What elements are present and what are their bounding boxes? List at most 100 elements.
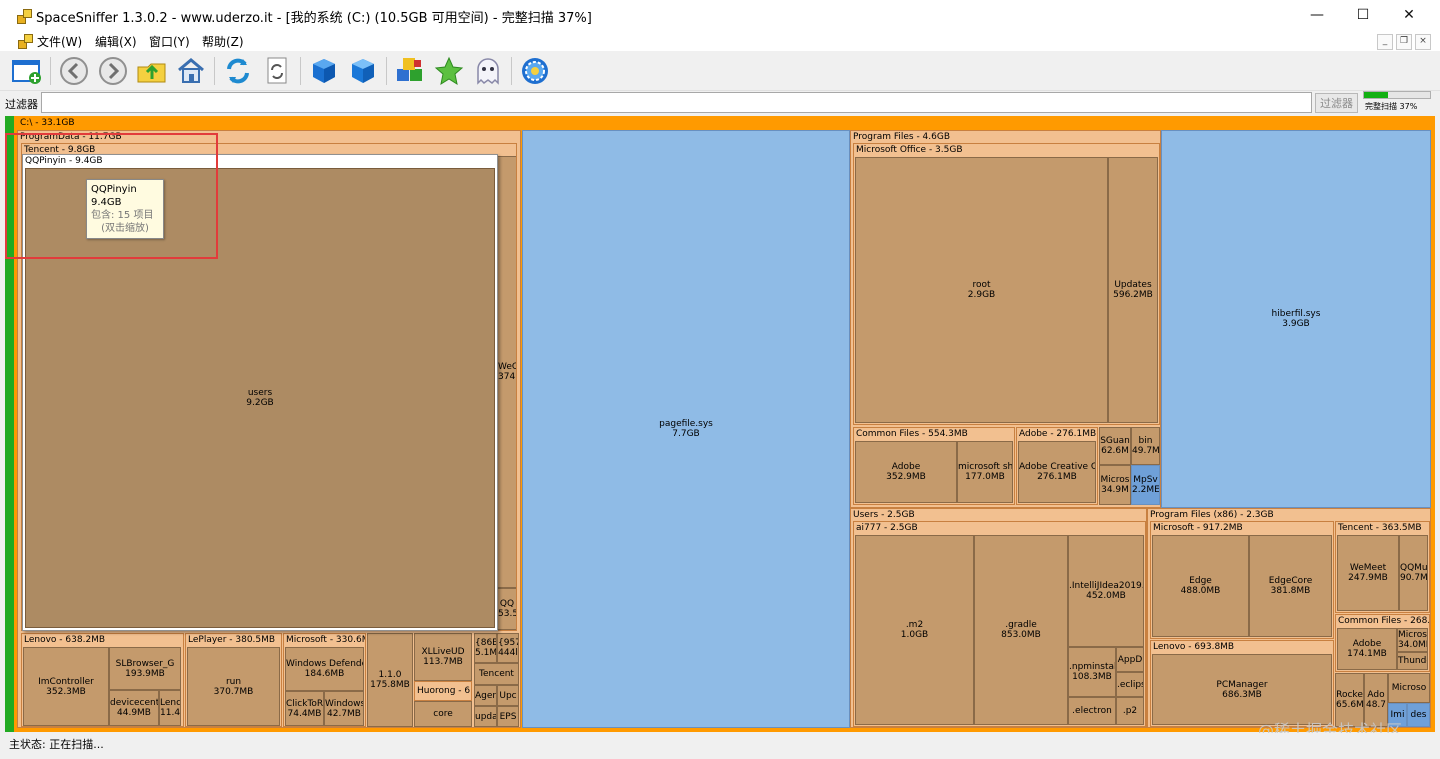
folder-m2[interactable]: .m2 1.0GB (855, 535, 974, 725)
mdi-close-button[interactable]: × (1415, 34, 1431, 50)
folder-root[interactable]: root 2.9GB (855, 157, 1108, 423)
folder-tencent-small[interactable]: Tencent (474, 663, 519, 685)
filter-label: 过滤器 (5, 98, 38, 111)
treemap[interactable]: C:\ - 33.1GB ProgramData - 11.7GB Tencen… (5, 116, 1435, 732)
folder-edgecore[interactable]: EdgeCore 381.8MB (1249, 535, 1332, 637)
folder-upda[interactable]: upda (474, 706, 497, 727)
folder-sguan[interactable]: SGuan 62.6M (1099, 427, 1131, 465)
folder-intellij-idea[interactable]: .IntelliJIdea2019. 452.0MB (1068, 535, 1144, 647)
folder-adobe-pf[interactable]: Adobe - 276.1MB Adobe Creative C 276.1MB (1016, 427, 1098, 505)
folder-common-files[interactable]: Common Files - 554.3MB Adobe 352.9MB micr… (853, 427, 1015, 505)
file-hiberfil-sys[interactable]: hiberfil.sys 3.9GB (1161, 130, 1431, 508)
folder-86b[interactable]: {86B 5.1M (474, 633, 497, 663)
menu-help[interactable]: 帮助(Z) (202, 33, 244, 50)
menu-file[interactable]: 文件(W) (37, 33, 82, 50)
folder-huorong[interactable]: Huorong - 61. (414, 681, 472, 701)
blue-cube-2-icon[interactable] (347, 55, 379, 87)
folder-p2[interactable]: .p2 (1116, 697, 1144, 725)
menu-edit[interactable]: 编辑(X) (95, 33, 137, 50)
folder-bin[interactable]: bin 49.7M (1131, 427, 1160, 465)
folder-common-files-x86[interactable]: Common Files - 268.3 Adobe 174.1MB Micros… (1335, 614, 1430, 672)
menu-window[interactable]: 窗口(Y) (149, 33, 190, 50)
forward-icon[interactable] (97, 55, 129, 87)
folder-microsoft-shared-x86[interactable]: Microsc34.0MI (1397, 628, 1428, 652)
folder-957[interactable]: {957 444l (497, 633, 519, 663)
folder-windows[interactable]: Windows 42.7MB (324, 691, 364, 726)
folder-wemeet[interactable]: WeMeet 247.9MB (1337, 535, 1399, 611)
ghost-icon[interactable] (472, 55, 504, 87)
folder-qq[interactable]: QQ 53.5 (497, 588, 516, 630)
new-window-icon[interactable] (11, 55, 43, 87)
folder-clicktorun[interactable]: ClickToRu74.4MB (285, 691, 324, 726)
folder-wec[interactable]: WeC 374. (497, 156, 516, 588)
close-button[interactable]: ✕ (1386, 0, 1432, 31)
folder-microsoft-x86[interactable]: Microsoft - 917.2MB Edge 488.0MB EdgeCore… (1150, 521, 1334, 639)
folder-windows-defender[interactable]: Windows Defender 184.6MB (285, 647, 364, 691)
folder-lenovo-x86[interactable]: Lenovo - 693.8MB PCManager 686.3MB (1150, 640, 1334, 727)
settings-gear-icon[interactable] (519, 55, 551, 87)
folder-devicecenter[interactable]: devicecente44.9MB (109, 690, 159, 726)
folder-slbrowser[interactable]: SLBrowser_G 193.9MB (109, 647, 181, 690)
folder-agent[interactable]: Ager (474, 685, 497, 706)
folder-micros[interactable]: Micros 34.9M (1099, 465, 1131, 505)
maximize-button[interactable]: ☐ (1340, 0, 1386, 31)
folder-tencent-x86[interactable]: Tencent - 363.5MB WeMeet 247.9MB QQMu 90.7… (1335, 521, 1430, 613)
home-icon[interactable] (175, 55, 207, 87)
blue-cube-icon[interactable] (308, 55, 340, 87)
folder-label: Tencent - 363.5MB (1338, 523, 1422, 533)
folder-electron[interactable]: .electron (1068, 697, 1116, 725)
back-icon[interactable] (58, 55, 90, 87)
folder-eclipse[interactable]: .eclips (1116, 672, 1144, 697)
folder-lenovo[interactable]: Lenovo - 638.2MB ImController 352.3MB SLB… (21, 633, 184, 727)
minimize-button[interactable]: — (1294, 0, 1340, 31)
folder-ai777[interactable]: ai777 - 2.5GB .m2 1.0GB .gradle 853.0MB .I… (853, 521, 1146, 727)
folder-users[interactable]: Users - 2.5GB ai777 - 2.5GB .m2 1.0GB .gr… (850, 508, 1147, 728)
folder-adobe[interactable]: Adobe 352.9MB (855, 441, 957, 503)
mdi-minimize-button[interactable]: _ (1377, 34, 1393, 50)
folder-xlliveud[interactable]: XLLiveUD 113.7MB (414, 633, 472, 681)
refresh-icon[interactable] (222, 55, 254, 87)
folder-adobe-x86[interactable]: Adobe 174.1MB (1337, 628, 1397, 670)
folder-npminstall[interactable]: .npminstall 108.3MB (1068, 647, 1116, 697)
document-app-icon[interactable] (17, 33, 33, 49)
folder-adobe-creative-cloud[interactable]: Adobe Creative C 276.1MB (1018, 441, 1096, 503)
rescan-icon[interactable] (261, 55, 293, 87)
folder-label: LePlayer - 380.5MB (188, 635, 276, 645)
blocks-icon[interactable] (394, 55, 426, 87)
status-text: 主状态: 正在扫描... (9, 738, 104, 751)
mdi-restore-button[interactable]: ❐ (1396, 34, 1412, 50)
folder-label: Program Files (x86) - 2.3GB (1150, 510, 1274, 520)
folder-lenc[interactable]: Lenc 11.4 (159, 690, 181, 726)
star-icon[interactable] (433, 55, 465, 87)
folder-1-1-0[interactable]: 1.1.0 175.8MB (367, 633, 413, 727)
folder-des[interactable]: des (1407, 703, 1430, 727)
folder-updates[interactable]: Updates 596.2MB (1108, 157, 1158, 423)
folder-upc[interactable]: Upc (497, 685, 519, 706)
folder-microsoft-shared[interactable]: microsoft shar177.0MB (957, 441, 1013, 503)
folder-microsoft-small[interactable]: Microso (1388, 673, 1430, 703)
folder-core[interactable]: core (414, 701, 472, 727)
filter-bar: 过滤器 过滤器 完整扫描 37% (0, 91, 1440, 115)
window-title: SpaceSniffer 1.3.0.2 - www.uderzo.it - [… (36, 11, 592, 26)
folder-microsoft[interactable]: Microsoft - 330.6MB Windows Defender184.… (283, 633, 366, 727)
folder-run[interactable]: run 370.7MB (187, 647, 280, 726)
scan-progress-bar (1363, 91, 1431, 99)
folder-gradle[interactable]: .gradle 853.0MB (974, 535, 1068, 725)
folder-label: Adobe - 276.1MB (1019, 429, 1097, 439)
folder-edge[interactable]: Edge 488.0MB (1152, 535, 1249, 637)
file-mpsv[interactable]: MpSv 2.2ME (1131, 465, 1160, 505)
folder-thunder[interactable]: Thunde (1397, 652, 1428, 670)
folder-qqmusic[interactable]: QQMu 90.7M (1399, 535, 1428, 611)
parent-folder-icon[interactable] (136, 55, 168, 87)
filter-button[interactable]: 过滤器 (1315, 93, 1358, 113)
filter-input[interactable] (41, 92, 1312, 113)
folder-eps[interactable]: EPS (497, 706, 519, 727)
folder-microsoft-office[interactable]: Microsoft Office - 3.5GB root 2.9GB Updat… (853, 143, 1160, 425)
folder-pcmanager[interactable]: PCManager 686.3MB (1152, 654, 1332, 725)
folder-leplayer[interactable]: LePlayer - 380.5MB run 370.7MB (185, 633, 282, 727)
folder-program-files[interactable]: Program Files - 4.6GB Microsoft Office -… (850, 130, 1161, 508)
file-pagefile-sys[interactable]: pagefile.sys 7.7GB (522, 130, 850, 728)
folder-program-files-x86[interactable]: Program Files (x86) - 2.3GB Microsoft - … (1147, 508, 1431, 728)
folder-imcontroller[interactable]: ImController 352.3MB (23, 647, 109, 726)
folder-appdata[interactable]: AppD (1116, 647, 1144, 672)
